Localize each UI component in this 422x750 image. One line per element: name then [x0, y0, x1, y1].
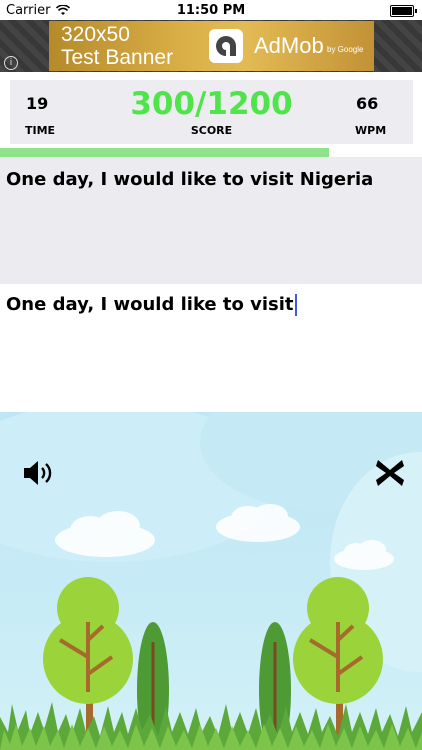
game-scene — [0, 412, 422, 750]
status-bar: Carrier 11:50 PM — [0, 0, 422, 20]
wpm-label: WPM — [355, 124, 387, 137]
admob-google: by Google — [327, 45, 364, 54]
ad-banner-text: 320x50 Test Banner — [61, 23, 173, 69]
typed-text-line[interactable]: One day, I would like to visit — [6, 294, 297, 316]
battery-icon — [390, 5, 417, 17]
ad-line-1: 320x50 — [61, 23, 130, 46]
stats-panel: 19 TIME 300/1200 SCORE 66 WPM — [10, 80, 413, 144]
speaker-icon[interactable] — [22, 458, 54, 492]
score-value: 300/1200 — [130, 86, 293, 122]
typing-area[interactable]: One day, I would like to visit — [0, 284, 422, 412]
ad-info-icon[interactable]: i — [4, 56, 18, 70]
text-cursor — [294, 294, 297, 316]
scene-illustration — [0, 412, 422, 750]
ad-container: 320x50 Test Banner AdMob by Google i — [0, 20, 422, 72]
ad-banner[interactable]: 320x50 Test Banner AdMob by Google — [49, 21, 374, 71]
progress-bar — [0, 148, 422, 157]
wpm-value: 66 — [356, 94, 379, 113]
ad-line-2: Test Banner — [61, 46, 174, 69]
typed-text: One day, I would like to visit — [6, 294, 294, 315]
target-sentence: One day, I would like to visit Nigeria — [6, 169, 374, 190]
score-label: SCORE — [190, 124, 233, 137]
target-sentence-panel: One day, I would like to visit Nigeria — [0, 157, 422, 284]
admob-logo-icon — [209, 29, 243, 63]
admob-brand: AdMob — [254, 33, 324, 58]
clock: 11:50 PM — [176, 3, 246, 18]
progress-fill — [0, 148, 330, 157]
close-x-icon[interactable] — [374, 458, 406, 492]
